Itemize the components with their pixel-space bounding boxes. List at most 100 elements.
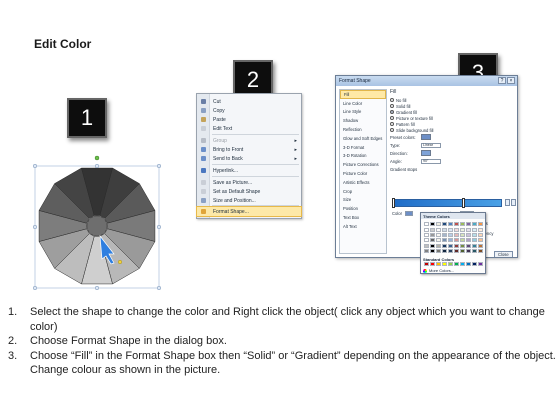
theme-color-swatch[interactable] [466,233,471,238]
theme-color-swatch[interactable] [430,222,435,226]
remove-stop-icon[interactable] [511,199,516,206]
theme-color-swatch[interactable] [424,233,429,238]
theme-color-swatch[interactable] [454,243,459,248]
context-menu-item[interactable]: Size and Position... [197,196,301,205]
dialog-nav-item[interactable]: Alt Text [340,222,386,231]
context-menu-item[interactable]: Hyperlink... [197,166,301,175]
dialog-nav-item[interactable]: Glow and Soft Edges [340,134,386,143]
resize-handle[interactable] [32,163,38,169]
radio-button[interactable] [390,110,394,114]
theme-color-swatch[interactable] [430,243,435,248]
radio-button[interactable] [390,116,394,120]
standard-color-swatch[interactable] [442,262,447,266]
resize-handle[interactable] [156,224,162,230]
theme-color-swatch[interactable] [472,228,477,232]
theme-color-swatch[interactable] [424,248,429,253]
theme-color-swatch[interactable] [424,228,429,232]
radio-button[interactable] [390,122,394,126]
resize-handle[interactable] [32,224,38,230]
theme-color-swatch[interactable] [460,233,465,238]
dialog-nav-item[interactable]: Picture Corrections [340,160,386,169]
theme-color-swatch[interactable] [478,222,483,226]
dialog-nav-item[interactable]: 3-D Format [340,143,386,152]
theme-color-swatch[interactable] [472,222,477,226]
context-menu-item[interactable]: Save as Picture... [197,178,301,187]
dialog-nav-item[interactable]: Text Box [340,213,386,222]
gradient-stop-right[interactable] [462,198,465,208]
theme-color-swatch[interactable] [424,222,429,226]
context-menu-item[interactable]: Format Shape... [196,206,302,217]
theme-color-swatch[interactable] [436,228,441,232]
dodecagon-shape[interactable] [30,152,165,294]
theme-color-swatch[interactable] [478,233,483,238]
theme-color-swatch[interactable] [472,243,477,248]
direction-dropdown[interactable] [421,150,431,156]
standard-color-swatch[interactable] [436,262,441,266]
theme-color-swatch[interactable] [442,222,447,226]
theme-color-swatch[interactable] [460,222,465,226]
dialog-nav-item[interactable]: Line Color [340,99,386,108]
context-menu-item[interactable]: Copy [197,106,301,115]
theme-color-swatch[interactable] [430,228,435,232]
standard-color-swatch[interactable] [424,262,429,266]
theme-color-swatch[interactable] [460,243,465,248]
theme-color-swatch[interactable] [430,233,435,238]
theme-color-swatch[interactable] [430,248,435,253]
radio-button[interactable] [390,128,394,132]
standard-color-swatch[interactable] [472,262,477,266]
theme-color-swatch[interactable] [472,238,477,243]
theme-color-swatch[interactable] [460,228,465,232]
standard-color-swatch[interactable] [466,262,471,266]
theme-color-swatch[interactable] [454,222,459,226]
theme-color-swatch[interactable] [472,233,477,238]
context-menu-item[interactable]: Edit Text [197,124,301,133]
theme-color-swatch[interactable] [478,243,483,248]
theme-color-swatch[interactable] [466,238,471,243]
dialog-nav-item[interactable]: 3-D Rotation [340,152,386,161]
more-colors-button[interactable]: More Colors... [423,268,454,273]
theme-color-swatch[interactable] [436,248,441,253]
gradient-stop-left[interactable] [392,198,395,208]
theme-color-swatch[interactable] [454,228,459,232]
theme-color-swatch[interactable] [436,233,441,238]
theme-color-swatch[interactable] [460,248,465,253]
dialog-nav-item[interactable]: Size [340,196,386,205]
theme-color-swatch[interactable] [442,238,447,243]
theme-color-swatch[interactable] [454,248,459,253]
theme-color-swatch[interactable] [442,248,447,253]
context-menu-item[interactable]: Send to Back ▸ [197,154,301,163]
theme-color-swatch[interactable] [466,222,471,226]
theme-color-swatch[interactable] [466,228,471,232]
resize-handle[interactable] [94,163,100,169]
add-stop-icon[interactable] [505,199,510,206]
dialog-nav-item[interactable]: Shadow [340,116,386,125]
standard-color-swatch[interactable] [478,262,483,266]
type-select[interactable]: Linear [421,142,441,148]
resize-handle[interactable] [94,285,100,291]
resize-handle[interactable] [156,163,162,169]
theme-color-swatch[interactable] [424,243,429,248]
theme-color-swatch[interactable] [454,233,459,238]
theme-color-swatch[interactable] [436,238,441,243]
dialog-nav-item[interactable]: Fill [340,90,386,99]
dialog-nav-item[interactable]: Crop [340,187,386,196]
theme-color-swatch[interactable] [460,238,465,243]
stop-color-dropdown[interactable] [405,211,414,216]
theme-color-swatch[interactable] [442,233,447,238]
adjust-handle[interactable] [117,259,123,265]
radio-button[interactable] [390,98,394,102]
standard-color-swatch[interactable] [430,262,435,266]
theme-color-swatch[interactable] [466,243,471,248]
theme-color-swatch[interactable] [448,243,453,248]
theme-color-swatch[interactable] [478,228,483,232]
radio-button[interactable] [390,104,394,108]
standard-color-swatch[interactable] [448,262,453,266]
theme-color-swatch[interactable] [436,243,441,248]
theme-color-swatch[interactable] [472,248,477,253]
standard-color-swatch[interactable] [454,262,459,266]
help-icon[interactable]: ? [498,77,506,84]
rotate-handle[interactable] [94,155,100,161]
dialog-nav-item[interactable]: Reflection [340,125,386,134]
standard-color-swatch[interactable] [460,262,465,266]
theme-color-swatch[interactable] [448,233,453,238]
